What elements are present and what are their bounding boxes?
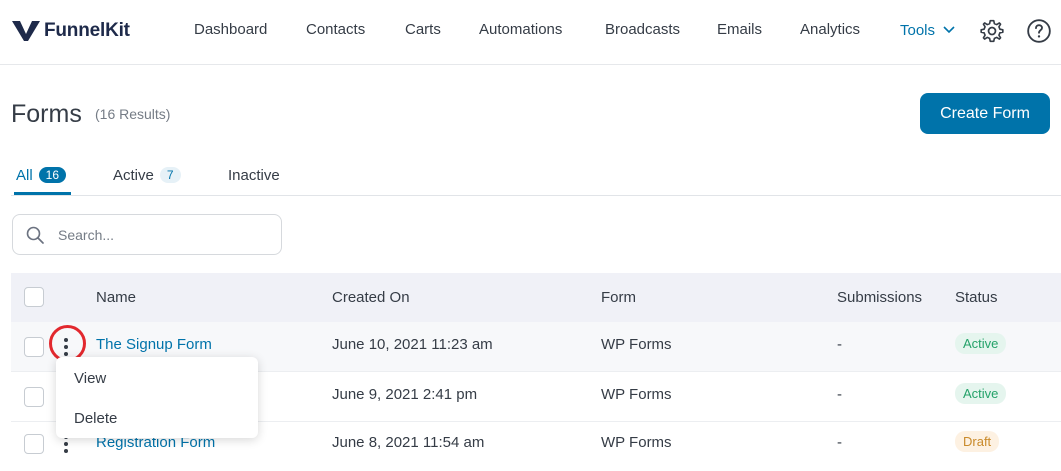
results-count: (16 Results) [95,106,171,122]
funnelkit-logo-icon [12,20,40,41]
nav-carts[interactable]: Carts [405,21,441,38]
column-header-name[interactable]: Name [96,289,136,306]
gear-icon[interactable] [979,18,1005,44]
status-cell: Active [955,383,1007,404]
nav-tools[interactable]: Tools [900,21,957,39]
row-checkbox[interactable] [24,387,44,407]
brand-name: FunnelKit [44,20,130,41]
top-navigation: FunnelKit Dashboard Contacts Carts Autom… [0,0,1061,65]
menu-item-view[interactable]: View [74,370,106,387]
tab-all[interactable]: All 16 [16,167,67,184]
status-badge: Draft [955,431,1000,452]
row-checkbox[interactable] [24,434,44,454]
tab-inactive[interactable]: Inactive [228,167,280,184]
row-actions-menu: View Delete [56,357,258,438]
submissions-cell: - [837,336,842,353]
page-title: Forms [11,100,82,128]
column-header-submissions[interactable]: Submissions [837,289,922,306]
tab-all-count-badge: 16 [38,167,67,183]
form-type-cell: WP Forms [601,336,672,353]
nav-broadcasts[interactable]: Broadcasts [605,21,680,38]
table-header: Name Created On Form Submissions Status [11,273,1061,322]
search-input[interactable] [58,224,273,246]
column-header-status[interactable]: Status [955,289,998,306]
create-form-button[interactable]: Create Form [920,93,1050,134]
status-tabs: All 16 Active 7 Inactive [11,158,1061,196]
search-icon [26,226,44,244]
submissions-cell: - [837,434,842,451]
nav-dashboard[interactable]: Dashboard [194,21,267,38]
tab-active[interactable]: Active 7 [113,167,181,184]
nav-emails[interactable]: Emails [717,21,762,38]
form-type-cell: WP Forms [601,434,672,451]
tab-active-label: Active [113,167,154,184]
status-cell: Draft [955,431,1000,452]
row-checkbox[interactable] [24,337,44,357]
status-badge: Active [955,383,1007,404]
status-badge: Active [955,333,1007,354]
tab-active-count-badge: 7 [159,167,181,183]
status-cell: Active [955,333,1007,354]
column-header-created-on[interactable]: Created On [332,289,410,306]
submissions-cell: - [837,386,842,403]
created-on-cell: June 10, 2021 11:23 am [332,336,493,353]
nav-contacts[interactable]: Contacts [306,21,365,38]
tab-selected-indicator [14,192,71,195]
funnelkit-logo[interactable]: FunnelKit [11,17,130,45]
form-name-link[interactable]: The Signup Form [96,336,212,353]
menu-item-delete[interactable]: Delete [74,410,117,427]
nav-automations[interactable]: Automations [479,21,562,38]
nav-tools-label: Tools [900,22,936,39]
column-header-form[interactable]: Form [601,289,636,306]
help-icon[interactable] [1026,18,1052,44]
search-box[interactable] [12,214,282,255]
chevron-down-icon [943,26,955,34]
created-on-cell: June 9, 2021 2:41 pm [332,386,478,403]
select-all-checkbox[interactable] [24,287,44,307]
nav-analytics[interactable]: Analytics [800,21,860,38]
form-type-cell: WP Forms [601,386,672,403]
created-on-cell: June 8, 2021 11:54 am [332,434,485,451]
tab-all-label: All [16,167,33,184]
